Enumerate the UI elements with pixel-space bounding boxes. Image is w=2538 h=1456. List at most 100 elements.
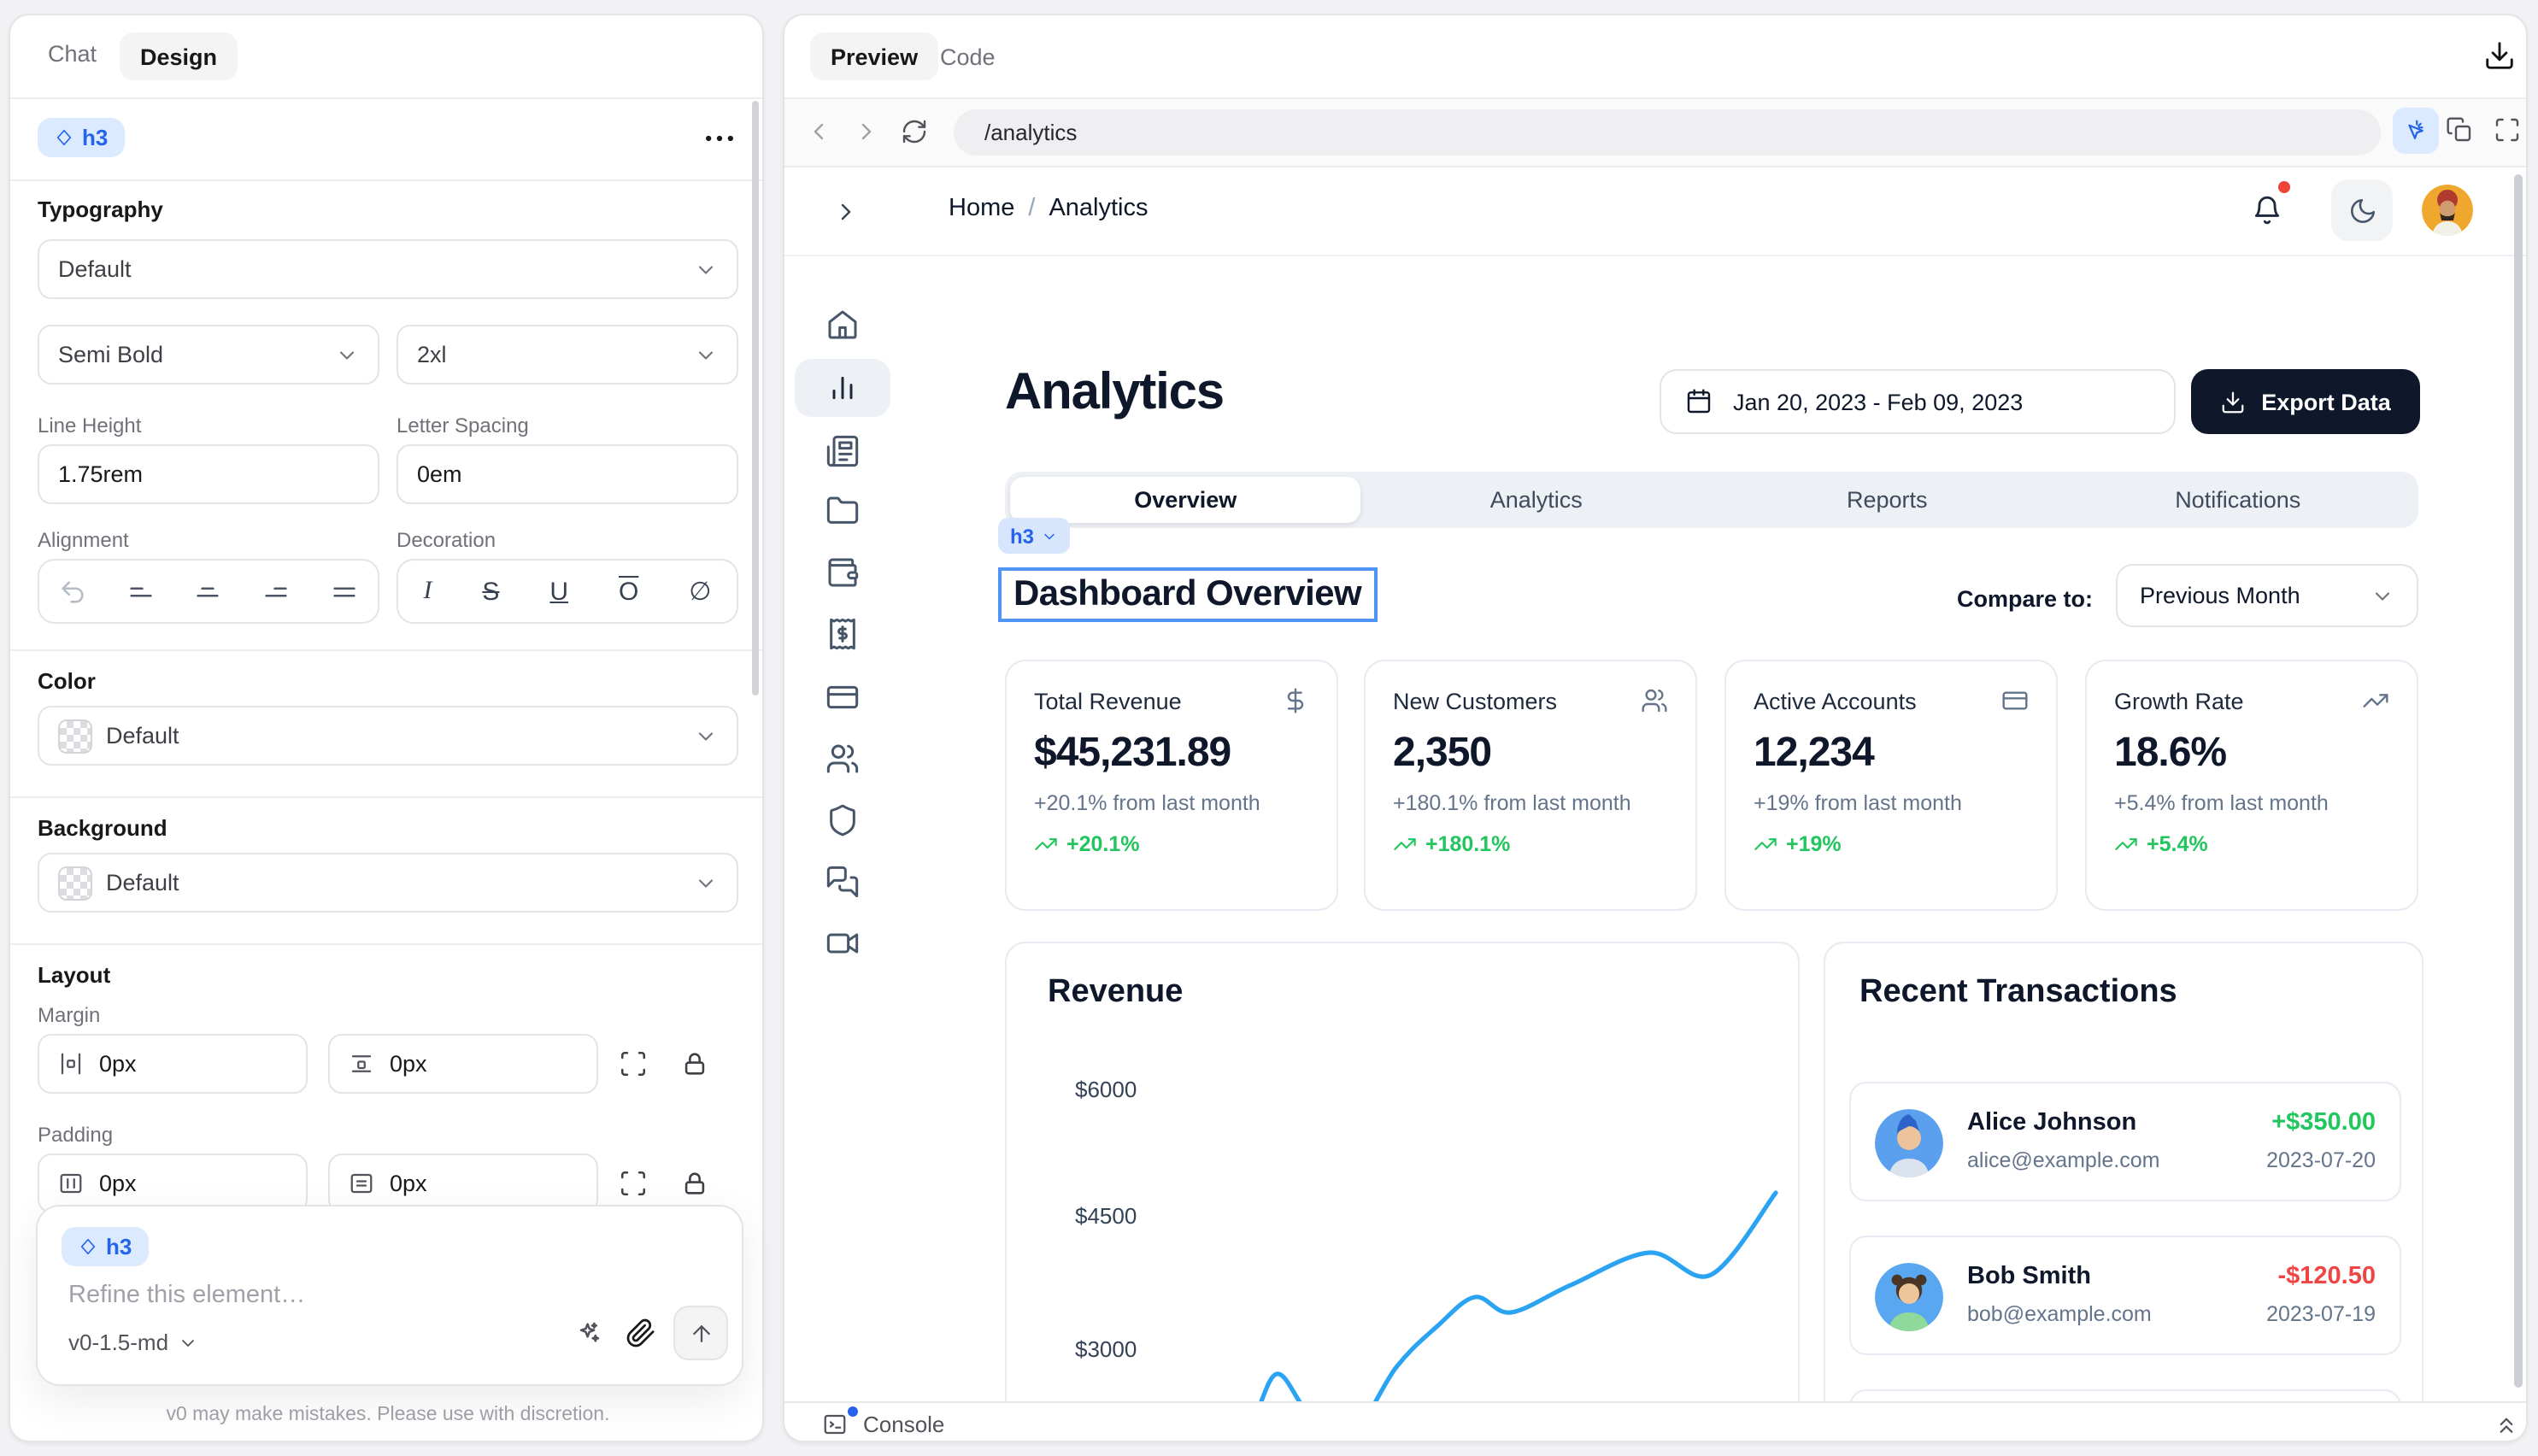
color-select[interactable]: Default: [38, 706, 738, 766]
compare-select[interactable]: Previous Month: [2116, 564, 2418, 627]
shield-icon[interactable]: [825, 803, 860, 837]
forward-icon[interactable]: [853, 118, 880, 145]
color-section-label: Color: [38, 668, 96, 694]
credit-card-icon: [2001, 687, 2029, 714]
tab-chat[interactable]: Chat: [48, 41, 97, 67]
console-bar[interactable]: Console: [784, 1401, 2528, 1442]
transaction-amount: -$120.50: [2278, 1263, 2376, 1290]
model-selector[interactable]: v0-1.5-md: [68, 1330, 197, 1355]
tab-design[interactable]: Design: [120, 32, 238, 80]
tab-notifications[interactable]: Notifications: [2063, 477, 2414, 523]
no-decoration-icon[interactable]: ∅: [689, 576, 711, 607]
revenue-line-chart: [1007, 943, 1801, 1442]
tab-reports[interactable]: Reports: [1712, 477, 2063, 523]
send-button[interactable]: [673, 1306, 728, 1360]
margin-horizontal-icon: [58, 1051, 84, 1077]
section-title-selected[interactable]: Dashboard Overview: [998, 567, 1377, 622]
stat-value: $45,231.89: [1034, 730, 1231, 778]
chevrons-up-icon[interactable]: [2494, 1412, 2519, 1437]
preview-scrollbar[interactable]: [2514, 174, 2523, 1388]
download-icon: [2220, 389, 2246, 414]
trend-up-icon: [1034, 832, 1058, 856]
align-right-icon[interactable]: [261, 577, 291, 606]
terminal-icon: [822, 1412, 848, 1437]
italic-icon[interactable]: I: [423, 577, 432, 606]
line-height-input[interactable]: 1.75rem: [38, 444, 379, 504]
divider: [10, 97, 762, 99]
breadcrumb-home[interactable]: Home: [949, 195, 1014, 222]
stat-trend-value: +5.4%: [2147, 832, 2208, 856]
home-icon[interactable]: [825, 308, 860, 342]
bar-chart-icon[interactable]: [825, 371, 860, 405]
transaction-row[interactable]: Bob Smith bob@example.com -$120.50 2023-…: [1849, 1236, 2401, 1355]
v0-app: Chat Design h3 Typography Default Semi B…: [0, 0, 2538, 1456]
margin-y-input[interactable]: 0px: [328, 1034, 598, 1094]
date-range-button[interactable]: Jan 20, 2023 - Feb 09, 2023: [1660, 369, 2176, 434]
panel-scrollbar[interactable]: [752, 101, 759, 696]
refine-box: h3 Refine this element… v0-1.5-md: [36, 1205, 743, 1386]
avatar[interactable]: [2422, 185, 2473, 236]
chevron-down-icon: [177, 1332, 197, 1353]
back-icon[interactable]: [805, 118, 832, 145]
copy-icon[interactable]: [2446, 116, 2473, 144]
font-select[interactable]: Default: [38, 239, 738, 299]
chevron-down-icon: [1041, 527, 1058, 544]
align-justify-icon[interactable]: [329, 577, 358, 606]
wallet-icon[interactable]: [825, 555, 860, 590]
receipt-icon[interactable]: [825, 617, 860, 651]
chevron-down-icon: [2371, 584, 2394, 608]
video-icon[interactable]: [825, 926, 860, 960]
lock-padding-icon[interactable]: [680, 1169, 709, 1198]
alignment-group: [38, 559, 379, 624]
fullscreen-icon[interactable]: [2494, 116, 2521, 144]
font-weight-select[interactable]: Semi Bold: [38, 325, 379, 385]
refine-input[interactable]: Refine this element…: [68, 1282, 305, 1309]
users-icon[interactable]: [825, 742, 860, 776]
refine-element-badge[interactable]: h3: [62, 1227, 149, 1266]
transaction-name: Bob Smith: [1967, 1263, 2091, 1290]
bell-icon[interactable]: [2251, 193, 2283, 226]
tab-code[interactable]: Code: [919, 32, 1016, 80]
selected-element-badge[interactable]: h3: [38, 118, 125, 157]
download-icon[interactable]: [2483, 39, 2516, 72]
breadcrumb-separator: /: [1028, 195, 1035, 222]
transaction-email: alice@example.com: [1967, 1148, 2159, 1172]
margin-x-input[interactable]: 0px: [38, 1034, 308, 1094]
expand-padding-icon[interactable]: [619, 1169, 648, 1198]
strikethrough-icon[interactable]: S: [482, 577, 499, 606]
lock-margin-icon[interactable]: [680, 1049, 709, 1078]
transactions-card: Recent Transactions Alice Johnson alice@…: [1824, 942, 2423, 1442]
folder-icon[interactable]: [825, 494, 860, 528]
export-data-button[interactable]: Export Data: [2191, 369, 2420, 434]
url-bar[interactable]: /analytics: [954, 109, 2381, 156]
messages-icon[interactable]: [825, 865, 860, 899]
align-left-icon[interactable]: [126, 577, 156, 606]
font-size-select[interactable]: 2xl: [397, 325, 738, 385]
dark-mode-toggle[interactable]: [2331, 179, 2393, 241]
transaction-row[interactable]: Alice Johnson alice@example.com +$350.00…: [1849, 1082, 2401, 1201]
stat-card-active-accounts: Active Accounts 12,234 +19% from last mo…: [1724, 660, 2058, 911]
refresh-icon[interactable]: [901, 118, 928, 145]
newspaper-icon[interactable]: [825, 434, 860, 468]
sidebar-expand-icon[interactable]: [832, 198, 860, 226]
overline-icon[interactable]: O: [619, 577, 638, 606]
expand-margin-icon[interactable]: [619, 1049, 648, 1078]
revenue-chart-card: Revenue $6000 $4500 $3000: [1005, 942, 1800, 1442]
sparkles-icon[interactable]: [574, 1319, 603, 1348]
select-element-tool[interactable]: [2393, 108, 2439, 154]
chevron-down-icon: [694, 343, 718, 367]
tab-overview[interactable]: Overview: [1010, 477, 1361, 523]
trend-up-icon: [1393, 832, 1417, 856]
align-center-icon[interactable]: [194, 577, 223, 606]
ellipsis-menu-icon[interactable]: [701, 120, 738, 157]
model-name: v0-1.5-md: [68, 1330, 168, 1355]
element-tag-chip[interactable]: h3: [998, 518, 1070, 554]
letter-spacing-input[interactable]: 0em: [397, 444, 738, 504]
tab-analytics[interactable]: Analytics: [1361, 477, 1713, 523]
credit-card-icon[interactable]: [825, 680, 860, 714]
background-select[interactable]: Default: [38, 853, 738, 913]
paperclip-icon[interactable]: [626, 1318, 656, 1348]
undo-icon[interactable]: [59, 577, 88, 606]
underline-icon[interactable]: U: [549, 577, 568, 606]
transaction-date: 2023-07-19: [2266, 1302, 2376, 1326]
